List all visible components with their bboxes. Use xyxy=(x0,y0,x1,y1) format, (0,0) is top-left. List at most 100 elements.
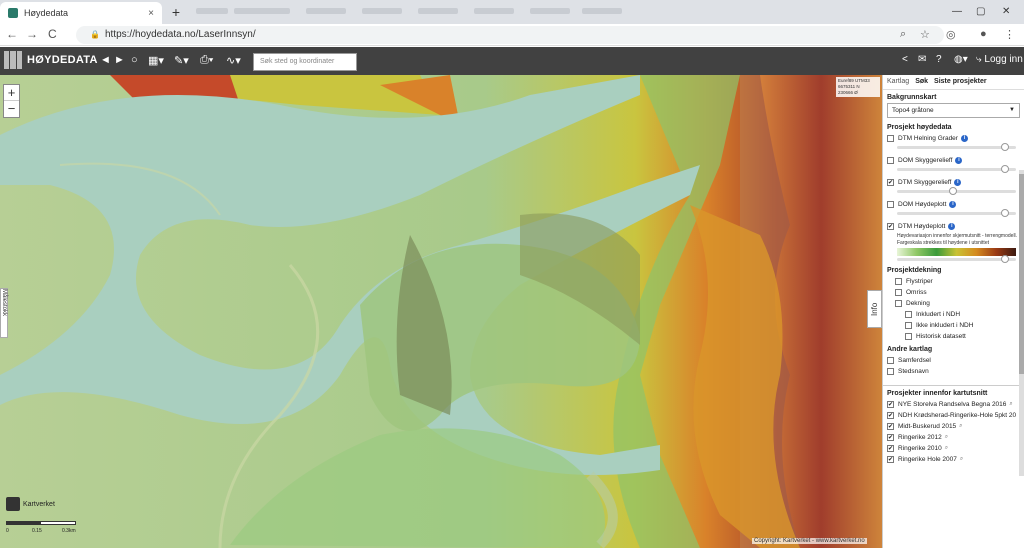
kartverket-text: Kartverket xyxy=(23,500,55,508)
zoom-icon[interactable]: ⌕ xyxy=(900,28,906,41)
new-tab-button[interactable]: + xyxy=(168,4,184,20)
reload-icon[interactable]: C xyxy=(48,27,57,41)
search-input[interactable]: Søk sted og koordinater xyxy=(253,53,357,71)
logo[interactable]: HØYDEDATA xyxy=(4,51,98,69)
layer-checkbox[interactable] xyxy=(887,201,894,208)
slider-knob[interactable] xyxy=(949,187,957,195)
search-icon[interactable]: ⌕ xyxy=(945,445,948,452)
browser-tab[interactable]: Høydedata × xyxy=(0,2,162,24)
project-checkbox[interactable]: ✔ xyxy=(887,401,894,408)
project-checkbox[interactable]: ✔ xyxy=(887,412,894,419)
layer-checkbox[interactable] xyxy=(905,311,912,318)
opacity-slider[interactable] xyxy=(897,165,1016,173)
profile-tool-icon[interactable]: ∿▾ xyxy=(226,54,241,67)
pencil-icon[interactable]: ✎▾ xyxy=(174,54,189,67)
slider-knob[interactable] xyxy=(1001,209,1009,217)
slider-knob[interactable] xyxy=(1001,255,1009,263)
map-side-tab[interactable]: Målestokk xyxy=(0,288,8,338)
layer-checkbox[interactable]: ✔ xyxy=(887,223,894,230)
opacity-slider[interactable] xyxy=(897,143,1016,151)
project-item[interactable]: ✔ Ringerike 2010 ⌕ xyxy=(887,443,1020,454)
layer-checkbox[interactable] xyxy=(905,322,912,329)
info-tab[interactable]: Info xyxy=(867,290,882,328)
layer-samferdsel[interactable]: Samferdsel xyxy=(887,355,1020,366)
layer-checkbox[interactable] xyxy=(895,278,902,285)
help-icon[interactable]: ? xyxy=(936,54,942,65)
layer-historisk[interactable]: Historisk datasett xyxy=(905,331,1020,342)
info-icon[interactable]: i xyxy=(949,201,957,208)
zoom-in-button[interactable]: + xyxy=(4,85,19,101)
search-icon[interactable]: ⌕ xyxy=(959,423,962,430)
arrow-left-icon[interactable]: ◄ xyxy=(100,54,111,66)
opacity-slider[interactable] xyxy=(897,187,1016,195)
forward-icon[interactable]: → xyxy=(26,27,38,41)
mail-icon[interactable]: ✉ xyxy=(918,54,926,65)
opacity-slider[interactable] xyxy=(897,255,1016,263)
tab-sok[interactable]: Søk xyxy=(915,78,928,86)
tab-close-icon[interactable]: × xyxy=(148,8,154,19)
project-item[interactable]: ✔ NYE Storelva Randselva Begna 2016 ⌕ xyxy=(887,399,1020,410)
circle-icon[interactable]: ○ xyxy=(131,54,138,66)
info-icon[interactable]: i xyxy=(954,179,962,186)
slider-knob[interactable] xyxy=(1001,143,1009,151)
layer-ikke-inkludert[interactable]: Ikke inkludert i NDH xyxy=(905,320,1020,331)
layer-dtm-helning[interactable]: DTM Helning Grader i xyxy=(887,133,1020,144)
project-item[interactable]: ✔ Midt-Buskerud 2015 ⌕ xyxy=(887,421,1020,432)
close-window-icon[interactable]: ✕ xyxy=(1002,6,1010,17)
project-checkbox[interactable]: ✔ xyxy=(887,445,894,452)
minimize-icon[interactable]: — xyxy=(952,6,962,17)
layer-dtm-hoydeplott[interactable]: ✔ DTM Høydeplott i xyxy=(887,221,1020,232)
slider-knob[interactable] xyxy=(1001,165,1009,173)
profile-icon[interactable]: ● xyxy=(980,28,987,40)
back-icon[interactable]: ← xyxy=(6,27,18,41)
basemap-select[interactable]: Topo4 gråtone ▼ xyxy=(887,103,1020,118)
extension-icon[interactable]: ◎ xyxy=(946,28,956,41)
map-icon[interactable]: ▦▾ xyxy=(148,54,164,67)
layer-dom-hoydeplott[interactable]: DOM Høydeplott i xyxy=(887,199,1020,210)
zoom-out-button[interactable]: − xyxy=(4,101,19,117)
layer-checkbox[interactable] xyxy=(887,157,894,164)
map-view[interactable] xyxy=(0,75,882,548)
search-icon[interactable]: ⌕ xyxy=(1009,401,1012,408)
project-item[interactable]: ✔ Ringerike 2012 ⌕ xyxy=(887,432,1020,443)
layer-dom-skyggerelieff[interactable]: DOM Skyggerelieff i xyxy=(887,155,1020,166)
language-icon[interactable]: ◍▾ xyxy=(954,54,968,65)
menu-icon[interactable]: ⋮ xyxy=(1004,28,1015,41)
layer-checkbox[interactable] xyxy=(887,357,894,364)
info-icon[interactable]: i xyxy=(960,135,968,142)
layer-dekning[interactable]: Dekning xyxy=(895,298,1020,309)
layer-flystriper[interactable]: Flystriper xyxy=(895,276,1020,287)
project-label: Ringerike 2012 xyxy=(898,434,942,441)
info-icon[interactable]: i xyxy=(955,157,963,164)
layer-checkbox[interactable] xyxy=(905,333,912,340)
layer-checkbox[interactable]: ✔ xyxy=(887,179,894,186)
layer-checkbox[interactable] xyxy=(887,368,894,375)
search-icon[interactable]: ⌕ xyxy=(945,434,948,441)
url-field[interactable]: 🔒 https://hoydedata.no/LaserInnsyn/ xyxy=(76,26,944,44)
layer-omriss[interactable]: Omriss xyxy=(895,287,1020,298)
layer-checkbox[interactable] xyxy=(895,289,902,296)
tab-kartlag[interactable]: Kartlag xyxy=(887,78,909,86)
arrow-right-icon[interactable]: ► xyxy=(114,54,125,66)
search-icon[interactable]: ⌕ xyxy=(960,456,963,463)
scrollbar-thumb[interactable] xyxy=(1019,174,1024,374)
project-checkbox[interactable]: ✔ xyxy=(887,456,894,463)
layer-checkbox[interactable] xyxy=(895,300,902,307)
login-button[interactable]: ⤷ Logg inn xyxy=(976,54,1023,65)
maximize-icon[interactable]: ▢ xyxy=(976,6,985,17)
blurred-tab xyxy=(418,8,458,14)
layer-stedsnavn[interactable]: Stedsnavn xyxy=(887,366,1020,377)
project-item[interactable]: ✔ NDH Krødsherad-Ringerike-Hole 5pkt 20 xyxy=(887,410,1020,421)
opacity-slider[interactable] xyxy=(897,209,1016,217)
share-icon[interactable]: < xyxy=(902,54,908,65)
star-icon[interactable]: ☆ xyxy=(920,28,930,41)
layer-checkbox[interactable] xyxy=(887,135,894,142)
project-checkbox[interactable]: ✔ xyxy=(887,423,894,430)
info-icon[interactable]: i xyxy=(948,223,956,230)
project-checkbox[interactable]: ✔ xyxy=(887,434,894,441)
print-icon[interactable]: ⎙▾ xyxy=(200,54,213,67)
project-item[interactable]: ✔ Ringerike Hole 2007 ⌕ xyxy=(887,454,1020,465)
tab-siste-prosjekter[interactable]: Siste prosjekter xyxy=(934,78,987,86)
panel-scrollbar[interactable] xyxy=(1019,170,1024,476)
layer-inkludert[interactable]: Inkludert i NDH xyxy=(905,309,1020,320)
